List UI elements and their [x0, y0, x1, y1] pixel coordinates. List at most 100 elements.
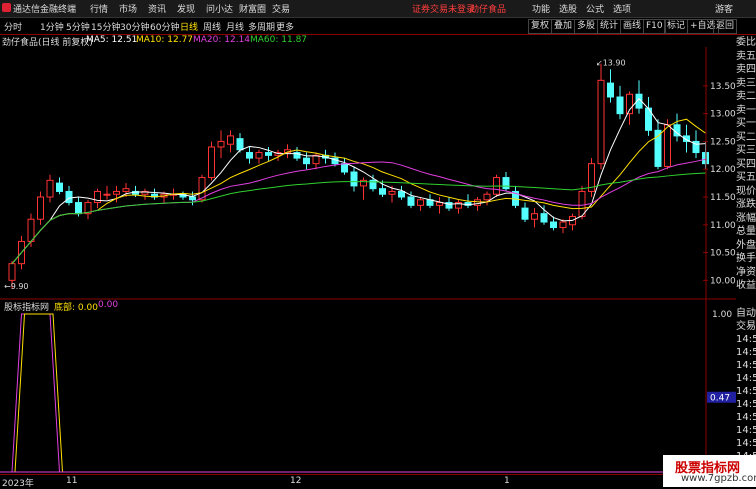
tab-month[interactable]: 月线 [226, 20, 244, 33]
diejia-button[interactable]: 叠加 [551, 19, 576, 34]
watermark-line2: www.7gpzb.com [681, 473, 756, 484]
tab-1min[interactable]: 1分钟 [40, 20, 64, 33]
candle-down [550, 221, 557, 229]
candle-up [531, 213, 538, 220]
tab-15min[interactable]: 15分钟 [91, 20, 120, 33]
kline-chart[interactable]: 13.50 13.00 12.50 12.00 11.50 11.00 10.50 10.00… [0, 47, 736, 474]
candle-up [255, 152, 263, 159]
side-label: 卖二 [736, 91, 756, 102]
tab-30min[interactable]: 30分钟 [120, 20, 149, 33]
side-label-time: 14:5 [736, 347, 756, 358]
candle-down [502, 177, 510, 190]
fanhui-button[interactable]: 返回 [713, 19, 738, 34]
candle-up [417, 199, 424, 206]
side-label: 换手 [736, 253, 756, 264]
candle-down [350, 171, 358, 187]
ma-info-bar: 劲仔食品(日线 前复权) MA5: 12.51 MA10: 12.77 MA20… [0, 35, 740, 48]
menu-item-zixun[interactable]: 资讯 [148, 2, 177, 15]
menu-item-hangqing[interactable]: 行情 [90, 2, 119, 15]
biaoji-button[interactable]: 标记 [664, 19, 689, 34]
menu-item-xuanxiang[interactable]: 选项 [613, 2, 631, 15]
tab-fenshi[interactable]: 分时 [4, 20, 22, 33]
watermark: 股票指标网 www.7gpzb.com [663, 455, 756, 487]
candle-up [227, 135, 234, 145]
app-logo-icon [2, 3, 11, 12]
candle-up [46, 179, 54, 198]
candle-down [65, 190, 73, 204]
candle-up [474, 199, 481, 206]
side-label: 涨跌 [736, 199, 756, 210]
candle-up [388, 190, 396, 195]
tab-day[interactable]: 日线 [180, 20, 198, 33]
f10-button[interactable]: F10 [643, 19, 666, 34]
side-label: 卖一 [736, 104, 756, 116]
side-label: 卖四 [736, 64, 756, 75]
candle-down [75, 202, 82, 215]
candle-down [407, 196, 415, 206]
candle-up [217, 140, 225, 148]
menu-item-wenxiaoda[interactable]: 问小达 [206, 2, 239, 15]
candle-down [607, 82, 614, 98]
tab-60min[interactable]: 60分钟 [150, 20, 179, 33]
candle-down [540, 213, 548, 223]
side-label-time: 14:5 [736, 334, 756, 345]
tongji-button[interactable]: 统计 [597, 19, 622, 34]
huaxian-button[interactable]: 画线 [620, 19, 645, 34]
tab-week[interactable]: 周线 [203, 20, 221, 33]
candle-down [398, 190, 405, 198]
low-annotation: ←9.90 [4, 282, 29, 291]
login-status[interactable]: 证券交易未登录 [412, 2, 475, 15]
menu-item-jiaoyi[interactable]: 交易 [272, 2, 301, 15]
candle-up [483, 193, 491, 201]
candle-up [664, 124, 671, 167]
right-menu: 功能 选股 公式 选项 [532, 2, 640, 15]
side-label: 委比 [736, 37, 756, 48]
side-label: 卖三 [736, 77, 756, 89]
menu-item-caifuquan[interactable]: 财富圈 [239, 2, 272, 15]
guest-label[interactable]: 游客 [715, 2, 733, 15]
candle-group [8, 63, 709, 289]
indicator-label: 底部: 0.00 [54, 303, 98, 313]
side-label: 现价 [736, 185, 756, 197]
date-label-nov: 11 [66, 476, 78, 486]
menu-item-gongneng[interactable]: 功能 [532, 2, 550, 15]
main-menu: 行情 市场 资讯 发现 问小达 财富圈 交易 [90, 2, 301, 15]
tab-more[interactable]: 更多 [276, 20, 294, 33]
date-axis: 2023年 11 12 1 [0, 474, 736, 489]
high-annotation: ↙13.90 [596, 59, 626, 68]
price-tick-label: 12.50 [710, 137, 736, 147]
price-axis: 13.50 13.00 12.50 12.00 11.50 11.00 10.50 10.00… [0, 47, 736, 474]
date-label-year: 2023年 [2, 479, 34, 489]
ma20-label: MA20: 12.14 [193, 35, 251, 45]
fuquan-button[interactable]: 复权 [528, 19, 553, 34]
indicator-panel: 1.000.000.47 [0, 310, 736, 473]
tab-5min[interactable]: 5分钟 [66, 20, 90, 33]
side-label-time: 交易 [736, 321, 756, 332]
indicator-line-magenta [11, 313, 706, 473]
indicator-bar: 股标指标网 底部: 0.00 0.00 [0, 300, 736, 313]
candle-up [8, 263, 16, 281]
candle-up [597, 79, 605, 165]
side-label-time: 14:5 [736, 399, 756, 410]
side-label-time: 14:5 [736, 373, 756, 384]
candle-down [56, 182, 63, 192]
candle-down [521, 207, 529, 220]
menu-item-gongshi[interactable]: 公式 [586, 2, 604, 15]
ma5-label: MA5: 12.51 [86, 35, 138, 45]
duogu-button[interactable]: 多股 [574, 19, 599, 34]
side-label: 买三 [736, 145, 756, 156]
price-tick-label: 13.50 [710, 82, 736, 92]
stock-link[interactable]: 劲仔食品 [470, 2, 506, 15]
menu-item-shichang[interactable]: 市场 [119, 2, 148, 15]
menu-item-xuangu[interactable]: 选股 [559, 2, 577, 15]
side-label: 收益 [736, 280, 756, 291]
tab-multi[interactable]: 多周期 [248, 20, 275, 33]
candle-down [379, 188, 386, 195]
price-tick-label: 10.00 [710, 276, 736, 286]
menu-item-faxian[interactable]: 发现 [177, 2, 206, 15]
price-tick-label: 11.00 [710, 221, 736, 231]
side-label: 净资 [736, 266, 756, 278]
indicator-value2: 0.00 [98, 300, 119, 310]
candle-down [303, 157, 310, 165]
candle-up [37, 196, 44, 220]
